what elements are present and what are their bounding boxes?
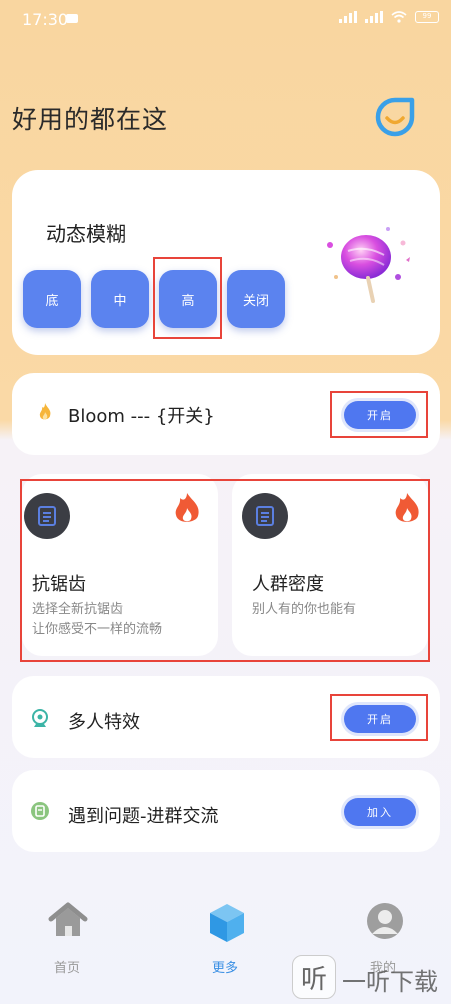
- motion-blur-title: 动态模糊: [46, 222, 126, 246]
- signal-icon-2: [365, 11, 383, 23]
- group-chat-icon: [31, 802, 49, 820]
- highlight-box: [330, 391, 428, 438]
- multiplayer-label: 多人特效: [68, 712, 140, 733]
- home-icon[interactable]: [48, 902, 88, 938]
- lollipop-illustration: [327, 227, 410, 303]
- watermark-text: 一听下载: [342, 968, 438, 996]
- wifi-icon: [391, 11, 407, 23]
- camera-icon: [66, 14, 78, 23]
- group-chat-label: 遇到问题-进群交流: [68, 806, 219, 827]
- join-group-button[interactable]: 加入: [344, 798, 416, 826]
- status-icons: 99: [339, 11, 439, 23]
- battery-icon: 99: [415, 11, 439, 23]
- highlight-box: [20, 479, 430, 662]
- bloom-label: Bloom --- {开关}: [68, 406, 215, 427]
- status-time: 17:30: [22, 10, 69, 29]
- watermark-logo: 听: [292, 955, 336, 999]
- blur-mid-button[interactable]: 中: [91, 270, 149, 328]
- nav-home-label[interactable]: 首页: [54, 957, 80, 976]
- nav-more-label[interactable]: 更多: [212, 957, 238, 976]
- profile-icon[interactable]: [366, 902, 404, 940]
- blur-low-button[interactable]: 底: [23, 270, 81, 328]
- page-title: 好用的都在这: [12, 105, 169, 134]
- blur-off-button[interactable]: 关闭: [227, 270, 285, 328]
- flame-icon: [39, 403, 51, 420]
- logo-icon[interactable]: [375, 97, 415, 137]
- highlight-box: [330, 694, 428, 741]
- signal-icon: [339, 11, 357, 23]
- cube-icon[interactable]: [207, 902, 247, 944]
- trophy-icon: [32, 709, 48, 727]
- highlight-box: [153, 257, 222, 339]
